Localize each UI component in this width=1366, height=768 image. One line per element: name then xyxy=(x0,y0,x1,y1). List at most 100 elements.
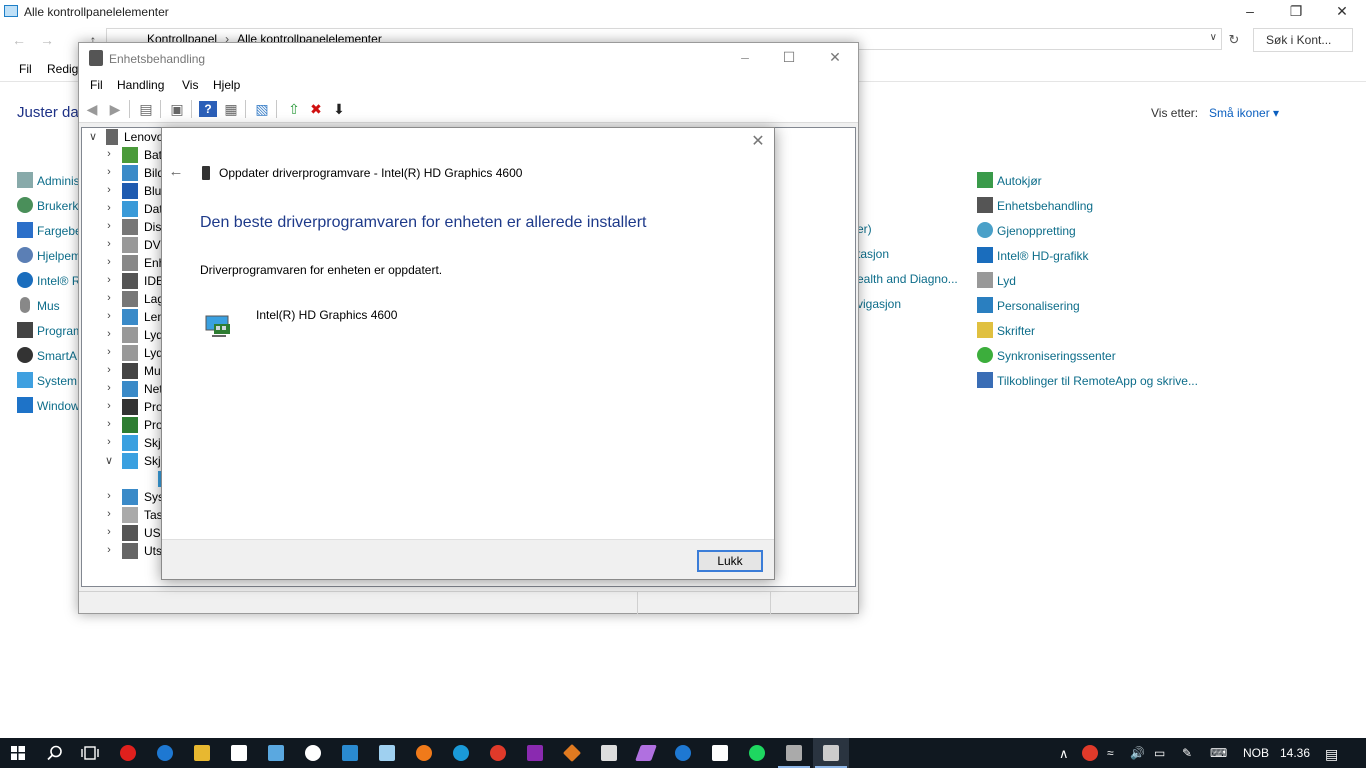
chevron-right-icon[interactable]: › xyxy=(102,202,116,214)
disable-device-icon[interactable]: ⬇ xyxy=(330,101,348,117)
chevron-right-icon[interactable]: › xyxy=(102,310,116,322)
taskbar-app[interactable] xyxy=(739,738,775,768)
cp-item[interactable]: Adminis xyxy=(17,172,80,190)
close-button[interactable]: Lukk xyxy=(697,550,763,572)
cp-item[interactable]: Personalisering xyxy=(977,297,1080,315)
cp-item[interactable]: Intel® HD-grafikk xyxy=(977,247,1089,265)
cp-item[interactable]: Autokjør xyxy=(977,172,1042,190)
taskbar-app[interactable] xyxy=(332,738,368,768)
minimize-button[interactable]: – xyxy=(1227,0,1273,24)
cp-item[interactable]: ealth and Diagno... xyxy=(857,272,958,290)
cp-item[interactable]: Program xyxy=(17,322,83,340)
cp-item[interactable]: Brukerk xyxy=(17,197,78,215)
chevron-right-icon[interactable]: › xyxy=(102,166,116,178)
chevron-right-icon[interactable]: › xyxy=(102,292,116,304)
cp-item[interactable]: Hjelpem xyxy=(17,247,81,265)
language-indicator[interactable]: NOB xyxy=(1243,746,1269,760)
cp-item[interactable]: Mus xyxy=(17,297,60,315)
chevron-down-icon[interactable]: ∨ xyxy=(1210,32,1217,43)
menu-item-hjelp[interactable]: Hjelp xyxy=(213,78,240,92)
chevron-right-icon[interactable]: › xyxy=(102,148,116,160)
chevron-right-icon[interactable]: › xyxy=(102,526,116,538)
notifications-icon[interactable]: ▤ xyxy=(1325,746,1338,763)
cp-item[interactable]: vigasjon xyxy=(857,297,901,315)
chevron-right-icon[interactable]: › xyxy=(102,364,116,376)
taskbar-app[interactable] xyxy=(184,738,220,768)
properties-icon[interactable]: ▣ xyxy=(168,101,186,117)
menu-item-fil[interactable]: Fil xyxy=(90,78,103,92)
search-input[interactable]: Søk i Kont... xyxy=(1253,28,1353,52)
chevron-right-icon[interactable]: › xyxy=(102,274,116,286)
action-pane-icon[interactable]: ▦ xyxy=(222,101,240,117)
taskbar-app[interactable] xyxy=(147,738,183,768)
taskbar-app[interactable] xyxy=(628,738,664,768)
cp-item[interactable]: Fargebe xyxy=(17,222,82,240)
chevron-down-icon[interactable]: ∨ xyxy=(86,130,100,143)
cp-item[interactable]: Tilkoblinger til RemoteApp og skrive... xyxy=(977,372,1198,390)
taskbar-app[interactable] xyxy=(591,738,627,768)
cp-item[interactable]: Intel® R xyxy=(17,272,81,290)
chevron-right-icon[interactable]: › xyxy=(102,220,116,232)
chevron-right-icon[interactable]: › xyxy=(102,400,116,412)
start-button[interactable] xyxy=(0,738,36,768)
cp-item[interactable]: er) xyxy=(857,222,872,240)
taskbar-app[interactable] xyxy=(443,738,479,768)
view-by-dropdown[interactable]: Små ikoner xyxy=(1209,106,1279,120)
taskbar-app[interactable] xyxy=(554,738,590,768)
cp-item[interactable]: tasjon xyxy=(857,247,889,265)
scan-hardware-icon[interactable]: ▧ xyxy=(253,101,271,117)
refresh-icon[interactable]: ↻ xyxy=(1225,30,1243,50)
back-arrow-icon[interactable]: ← xyxy=(10,31,28,49)
cp-item[interactable]: System xyxy=(17,372,77,390)
chevron-right-icon[interactable]: › xyxy=(102,544,116,556)
menu-item-handling[interactable]: Handling xyxy=(117,78,164,92)
cp-item[interactable]: Enhetsbehandling xyxy=(977,197,1093,215)
chevron-right-icon[interactable]: › xyxy=(102,382,116,394)
chevron-right-icon[interactable]: › xyxy=(102,328,116,340)
back-arrow-icon[interactable]: ◀ xyxy=(83,101,101,117)
clock[interactable]: 14.36 xyxy=(1280,746,1310,760)
taskbar-app[interactable] xyxy=(295,738,331,768)
menu-item-vis[interactable]: Vis xyxy=(182,78,198,92)
help-icon[interactable]: ? xyxy=(199,101,217,117)
cp-item[interactable]: SmartA xyxy=(17,347,77,365)
cp-item[interactable]: Gjenoppretting xyxy=(977,222,1076,240)
cp-item[interactable]: Window xyxy=(17,397,80,415)
chevron-right-icon[interactable]: › xyxy=(102,184,116,196)
taskbar-app[interactable] xyxy=(369,738,405,768)
taskbar-app[interactable] xyxy=(517,738,553,768)
forward-arrow-icon[interactable]: → xyxy=(38,31,56,49)
taskbar-app[interactable] xyxy=(221,738,257,768)
maximize-button[interactable]: ☐ xyxy=(766,46,812,70)
chevron-right-icon[interactable]: › xyxy=(102,508,116,520)
taskbar-app[interactable] xyxy=(110,738,146,768)
keyboard-icon[interactable]: ⌨ xyxy=(1210,746,1227,760)
tray-app-icon[interactable] xyxy=(1082,745,1098,761)
battery-icon[interactable]: ▭ xyxy=(1154,746,1165,760)
volume-icon[interactable]: 🔊 xyxy=(1130,746,1145,760)
chevron-down-icon[interactable]: ∨ xyxy=(102,454,116,467)
close-button[interactable]: ✕ xyxy=(812,46,858,70)
close-button[interactable]: ✕ xyxy=(1319,0,1365,24)
minimize-button[interactable]: – xyxy=(722,46,768,70)
taskbar-app[interactable] xyxy=(776,738,812,768)
back-arrow-icon[interactable]: ← xyxy=(168,164,184,180)
close-icon[interactable]: ✕ xyxy=(750,134,766,150)
uninstall-icon[interactable]: ✖ xyxy=(307,101,325,117)
cp-item[interactable]: Synkroniseringssenter xyxy=(977,347,1116,365)
chevron-right-icon[interactable]: › xyxy=(102,238,116,250)
wifi-icon[interactable]: ≈ xyxy=(1107,746,1114,760)
chevron-right-icon[interactable]: › xyxy=(102,256,116,268)
taskbar-app[interactable] xyxy=(480,738,516,768)
taskbar-app-active[interactable] xyxy=(813,738,849,768)
taskbar-app[interactable] xyxy=(406,738,442,768)
taskbar-app[interactable] xyxy=(702,738,738,768)
pen-icon[interactable]: ✎ xyxy=(1182,746,1192,760)
search-button[interactable] xyxy=(36,738,72,768)
forward-arrow-icon[interactable]: ▶ xyxy=(106,101,124,117)
taskbar-app[interactable] xyxy=(258,738,294,768)
cp-item[interactable]: Lyd xyxy=(977,272,1016,290)
chevron-right-icon[interactable]: › xyxy=(102,490,116,502)
chevron-right-icon[interactable]: › xyxy=(102,346,116,358)
chevron-right-icon[interactable]: › xyxy=(102,418,116,430)
